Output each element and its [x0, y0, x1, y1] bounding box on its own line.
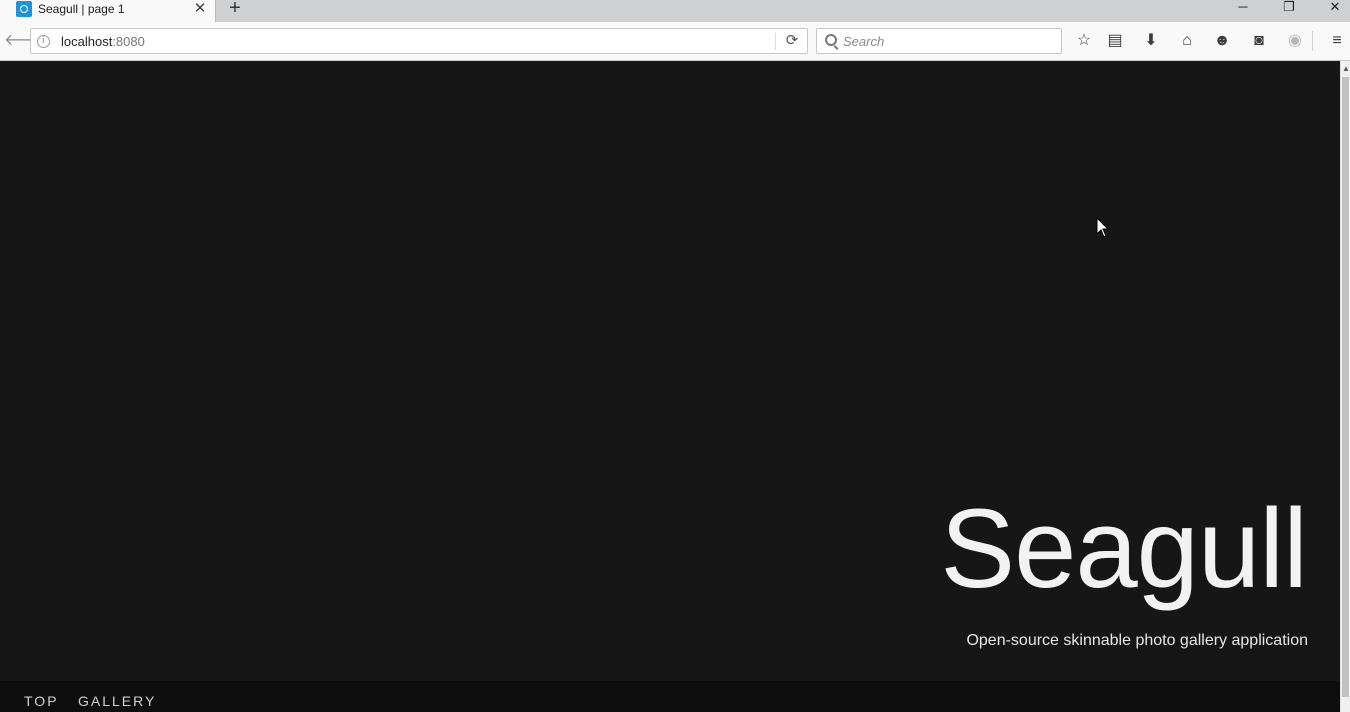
url-host: localhost: [61, 34, 113, 49]
downloads-icon[interactable]: ⬇: [1141, 31, 1161, 51]
reload-icon[interactable]: ⟳: [783, 32, 801, 50]
scroll-up-icon[interactable]: ▲: [1342, 65, 1350, 73]
nav-link-gallery[interactable]: GALLERY: [78, 693, 156, 709]
toolbar-divider: [1312, 31, 1313, 51]
url-bar[interactable]: i localhost:8080 ⟳: [30, 28, 808, 54]
hero-subtitle: Open-source skinnable photo gallery appl…: [966, 632, 1308, 649]
info-icon[interactable]: i: [37, 35, 50, 48]
mouse-pointer-icon: [1096, 217, 1110, 238]
scroll-thumb[interactable]: [1342, 77, 1349, 697]
nav-link-top[interactable]: TOP: [24, 693, 59, 709]
sync-icon[interactable]: ◉: [1285, 31, 1305, 51]
tab-seagull[interactable]: Seagull | page 1 ✕: [0, 0, 216, 22]
menu-icon[interactable]: ≡: [1327, 31, 1347, 51]
hero-title: Seagull: [940, 486, 1308, 611]
back-arrow-icon[interactable]: 🡐: [4, 32, 47, 50]
bottom-nav: TOP GALLERY: [0, 681, 1340, 712]
home-icon[interactable]: ⌂: [1177, 31, 1197, 51]
tab-strip: Seagull | page 1 ✕ + ─ ❐ ✕: [0, 0, 1350, 22]
url-port: :8080: [112, 34, 145, 49]
nav-bar: 🡐 i localhost:8080 ⟳ Search ☆ ▤ ⬇ ⌂ ☻ ◙ …: [0, 22, 1350, 61]
tab-title: Seagull | page 1: [38, 2, 125, 16]
url-divider: [775, 33, 776, 50]
bookmarks-library-icon[interactable]: ▤: [1105, 31, 1125, 51]
search-icon: [825, 34, 837, 46]
tab-close-icon[interactable]: ✕: [193, 1, 207, 17]
restore-icon[interactable]: ❐: [1266, 0, 1312, 16]
page-viewport: Seagull Open-source skinnable photo gall…: [0, 61, 1340, 712]
minimize-icon[interactable]: ─: [1220, 0, 1266, 16]
new-tab-icon[interactable]: +: [226, 0, 244, 18]
pocket-icon[interactable]: ◙: [1249, 31, 1269, 51]
close-window-icon[interactable]: ✕: [1312, 0, 1350, 16]
bookmark-star-icon[interactable]: ☆: [1074, 31, 1094, 51]
search-field[interactable]: Search: [816, 28, 1062, 54]
search-placeholder: Search: [843, 34, 885, 49]
scrollbar[interactable]: ▲: [1340, 61, 1350, 712]
site-favicon-icon: [16, 1, 32, 17]
url-text[interactable]: localhost:8080: [61, 34, 145, 49]
chat-icon[interactable]: ☻: [1212, 31, 1232, 51]
